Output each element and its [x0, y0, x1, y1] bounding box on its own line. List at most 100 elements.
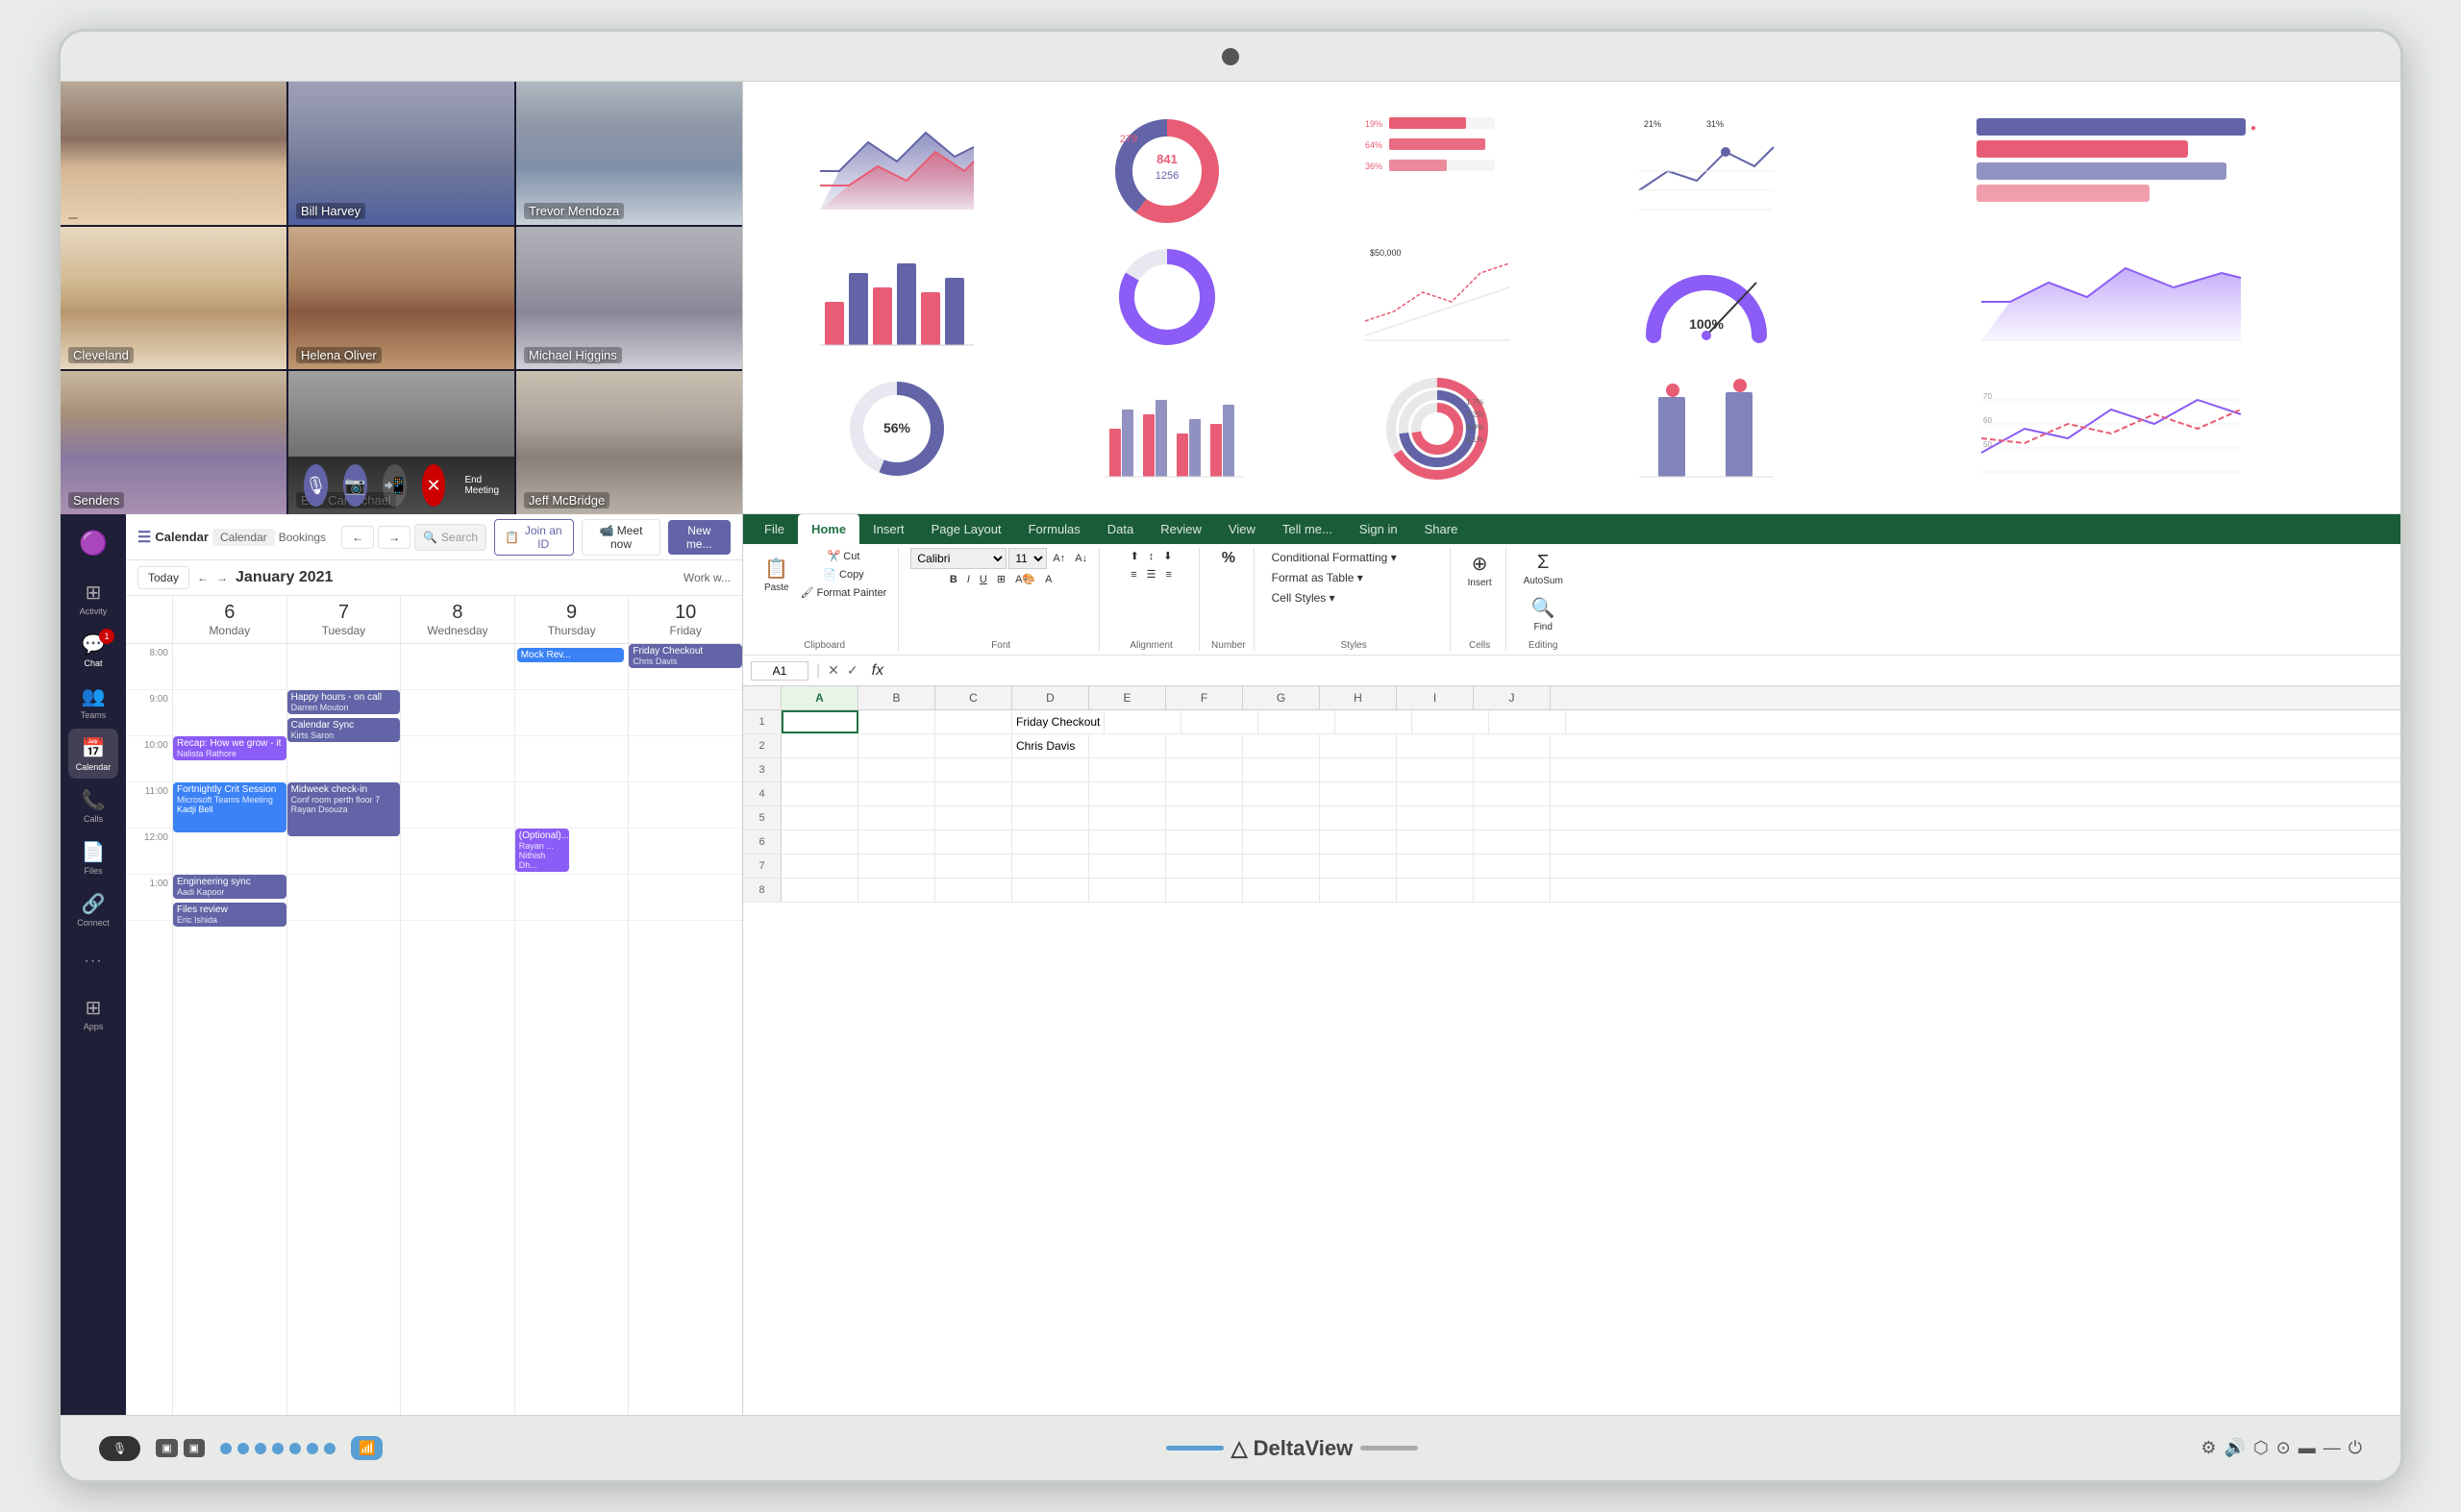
event-recap[interactable]: Recap: How we grow - it Nalista Rathore — [173, 736, 286, 760]
event-cal-sync[interactable]: Calendar Sync Kirts Saron — [287, 718, 401, 742]
slot-mon-1[interactable]: Engineering sync Aadi Kapoor Files revie… — [173, 875, 286, 921]
event-fortnightly[interactable]: Fortnightly Crit Session Microsoft Teams… — [173, 782, 286, 832]
formula-confirm-button[interactable]: ✓ — [847, 662, 858, 679]
sidebar-item-chat[interactable]: 💬 Chat 1 — [68, 625, 118, 675]
format-as-table-button[interactable]: Format as Table ▾ — [1266, 568, 1442, 587]
calendar-tab[interactable]: Calendar — [212, 529, 275, 546]
slot-fri-10[interactable] — [629, 736, 742, 782]
slot-thu-9[interactable] — [515, 690, 629, 736]
tab-insert[interactable]: Insert — [859, 514, 918, 544]
video-cell-5[interactable]: Helena Oliver — [288, 227, 514, 370]
percent-button[interactable]: % — [1218, 548, 1239, 569]
cell-j3[interactable] — [1474, 758, 1551, 781]
paste-button[interactable]: 📋 Paste — [758, 553, 795, 597]
sidebar-item-apps[interactable]: ⊞ Apps — [68, 988, 118, 1038]
cell-j1[interactable] — [1489, 710, 1566, 733]
cell-b4[interactable] — [858, 782, 935, 806]
cell-i7[interactable] — [1397, 855, 1474, 878]
sidebar-item-activity[interactable]: ⊞ Activity — [68, 573, 118, 623]
today-button[interactable]: Today — [137, 566, 189, 589]
cell-f4[interactable] — [1166, 782, 1243, 806]
cell-i5[interactable] — [1397, 806, 1474, 830]
slot-fri-1[interactable] — [629, 875, 742, 921]
nav-dot-6[interactable] — [307, 1443, 318, 1454]
video-cell-1[interactable] — [61, 82, 286, 225]
cell-a8[interactable] — [782, 879, 858, 902]
camera-button[interactable]: 📷 — [343, 464, 367, 507]
align-mid-button[interactable]: ↕ — [1145, 549, 1158, 564]
slot-tue-10[interactable] — [287, 736, 401, 782]
underline-button[interactable]: U — [976, 572, 991, 587]
sidebar-item-teams[interactable]: 👥 Teams — [68, 677, 118, 727]
cell-b5[interactable] — [858, 806, 935, 830]
copy-button[interactable]: 📄 Copy — [797, 566, 891, 582]
slot-mon-8[interactable] — [173, 644, 286, 690]
slot-tue-1[interactable] — [287, 875, 401, 921]
cell-c8[interactable] — [935, 879, 1012, 902]
cell-e1[interactable] — [1105, 710, 1181, 733]
wireless-icon[interactable]: 📶 — [351, 1436, 383, 1460]
video-cell-8[interactable]: Ellie Carmichael 🎙 📷 📲 ✕ End Meeting — [288, 371, 514, 514]
cell-g6[interactable] — [1243, 830, 1320, 854]
cell-g1[interactable] — [1258, 710, 1335, 733]
cell-b7[interactable] — [858, 855, 935, 878]
cell-e2[interactable] — [1089, 734, 1166, 757]
slot-mon-12[interactable] — [173, 829, 286, 875]
nav-dot-4[interactable] — [272, 1443, 284, 1454]
power-icon[interactable]: ⏻ — [2349, 1438, 2362, 1458]
cell-h1[interactable] — [1335, 710, 1412, 733]
slot-thu-1[interactable] — [515, 875, 629, 921]
nav-next-button[interactable]: → — [378, 526, 410, 549]
formula-input[interactable] — [897, 664, 2393, 678]
sidebar-item-more[interactable]: ··· — [68, 936, 118, 986]
speaker-icon[interactable]: 🔊 — [2225, 1438, 2246, 1458]
slot-mon-9[interactable] — [173, 690, 286, 736]
font-name-select[interactable]: Calibri — [910, 548, 1007, 569]
tab-view[interactable]: View — [1215, 514, 1269, 544]
search-input[interactable]: 🔍 Search — [414, 524, 486, 551]
cell-j7[interactable] — [1474, 855, 1551, 878]
cell-d2[interactable]: Chris Davis — [1012, 734, 1089, 757]
slot-fri-9[interactable] — [629, 690, 742, 736]
cell-d6[interactable] — [1012, 830, 1089, 854]
event-midweek[interactable]: Midweek check-in Conf room perth floor 7… — [287, 782, 401, 836]
battery-icon[interactable]: ▬ — [2299, 1438, 2316, 1458]
cell-a6[interactable] — [782, 830, 858, 854]
cell-c4[interactable] — [935, 782, 1012, 806]
cell-f6[interactable] — [1166, 830, 1243, 854]
col-header-f[interactable]: F — [1166, 686, 1243, 709]
video-cell-6[interactable]: Michael Higgins — [516, 227, 742, 370]
slot-wed-12[interactable] — [401, 829, 514, 875]
bold-button[interactable]: B — [946, 572, 961, 587]
decrease-font-button[interactable]: A↓ — [1071, 551, 1091, 566]
cell-reference-input[interactable] — [751, 661, 808, 681]
cell-e7[interactable] — [1089, 855, 1166, 878]
view-label[interactable]: Work w... — [684, 571, 731, 584]
cell-d7[interactable] — [1012, 855, 1089, 878]
cell-j6[interactable] — [1474, 830, 1551, 854]
search-button[interactable]: 🔍 Find — [1526, 592, 1561, 636]
settings-icon[interactable]: ⚙ — [2200, 1438, 2216, 1458]
align-left-button[interactable]: ≡ — [1127, 567, 1140, 582]
wifi-icon[interactable]: ⊙ — [2276, 1438, 2291, 1458]
cell-i4[interactable] — [1397, 782, 1474, 806]
video-cell-9[interactable]: Jeff McBridge — [516, 371, 742, 514]
sidebar-item-calls[interactable]: 📞 Calls — [68, 781, 118, 830]
cell-g2[interactable] — [1243, 734, 1320, 757]
cell-d4[interactable] — [1012, 782, 1089, 806]
col-header-d[interactable]: D — [1012, 686, 1089, 709]
cell-i3[interactable] — [1397, 758, 1474, 781]
mic-indicator[interactable]: 🎙 — [99, 1436, 140, 1461]
col-header-h[interactable]: H — [1320, 686, 1397, 709]
nav-dot-5[interactable] — [289, 1443, 301, 1454]
cell-i8[interactable] — [1397, 879, 1474, 902]
cell-b1[interactable] — [858, 710, 935, 733]
align-bottom-button[interactable]: ⬇ — [1159, 548, 1176, 564]
cell-c5[interactable] — [935, 806, 1012, 830]
cell-g4[interactable] — [1243, 782, 1320, 806]
cell-d3[interactable] — [1012, 758, 1089, 781]
sidebar-item-connect[interactable]: 🔗 Connect — [68, 884, 118, 934]
cell-a3[interactable] — [782, 758, 858, 781]
fill-color-button[interactable]: A🎨 — [1011, 571, 1039, 587]
slot-wed-1[interactable] — [401, 875, 514, 921]
